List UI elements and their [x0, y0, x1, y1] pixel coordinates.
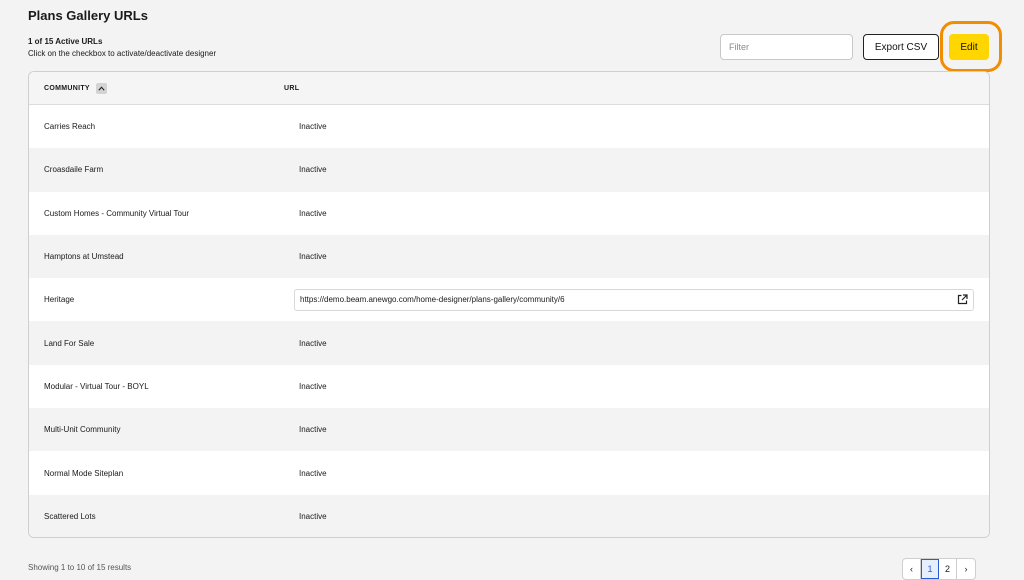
- table-header: COMMUNITY URL: [29, 72, 989, 105]
- community-name: Carries Reach: [44, 122, 96, 132]
- community-name: Multi-Unit Community: [44, 425, 121, 435]
- activation-hint: Click on the checkbox to activate/deacti…: [28, 49, 217, 58]
- table-row: Heritage https://demo.beam.anewgo.com/hom…: [29, 278, 989, 322]
- community-name: Hamptons at Umstead: [44, 252, 124, 262]
- edit-button[interactable]: Edit: [949, 34, 989, 60]
- table-row: Carries Reach Inactive: [29, 105, 989, 149]
- next-page-button[interactable]: ›: [957, 559, 975, 579]
- results-count: Showing 1 to 10 of 15 results: [28, 563, 132, 572]
- pagination: ‹ 1 2 ›: [902, 558, 976, 580]
- filter-input[interactable]: [720, 34, 853, 60]
- table-row: Scattered Lots Inactive: [29, 494, 989, 537]
- community-url-text: https://demo.beam.anewgo.com/home-design…: [300, 295, 565, 305]
- active-url-summary: 1 of 15 Active URLs: [28, 37, 103, 46]
- community-name: Custom Homes - Community Virtual Tour: [44, 208, 190, 218]
- community-name: Heritage: [44, 295, 75, 305]
- table-row: Modular - Virtual Tour - BOYL Inactive: [29, 364, 989, 409]
- previous-page-button[interactable]: ‹: [903, 559, 921, 579]
- table-row: Multi-Unit Community Inactive: [29, 408, 989, 452]
- table-row: Normal Mode Siteplan Inactive: [29, 451, 989, 495]
- urls-table: COMMUNITY URL Carries Reach Inactive Croas…: [28, 71, 990, 538]
- table-row: Croasdaile Farm Inactive: [29, 148, 989, 192]
- page-title: Plans Gallery URLs: [28, 8, 148, 23]
- url-status: Inactive: [299, 425, 327, 435]
- url-status: Inactive: [299, 468, 327, 478]
- table-row: Land For Sale Inactive: [29, 321, 989, 365]
- url-cell: https://demo.beam.anewgo.com/home-design…: [284, 288, 989, 311]
- sort-ascending-button[interactable]: [95, 82, 107, 94]
- url-status: Inactive: [299, 252, 327, 262]
- chevron-up-icon: [98, 85, 105, 91]
- url-status: Inactive: [299, 165, 327, 175]
- table-row: Hamptons at Umstead Inactive: [29, 234, 989, 279]
- table-body: Carries Reach Inactive Croasdaile Farm Inac…: [29, 105, 989, 537]
- url-column-header: URL: [284, 84, 300, 92]
- url-status: Inactive: [299, 381, 327, 391]
- community-name: Scattered Lots: [44, 511, 96, 521]
- url-status: Inactive: [299, 208, 327, 218]
- external-link-icon[interactable]: [956, 294, 968, 306]
- export-csv-button[interactable]: Export CSV: [863, 34, 939, 60]
- page-2-button[interactable]: 2: [939, 559, 957, 579]
- community-name: Croasdaile Farm: [44, 165, 104, 175]
- community-url-field[interactable]: https://demo.beam.anewgo.com/home-design…: [294, 288, 974, 311]
- url-status: Inactive: [299, 122, 327, 132]
- community-name: Modular - Virtual Tour - BOYL: [44, 381, 149, 391]
- table-row: Custom Homes - Community Virtual Tour Ina…: [29, 191, 989, 235]
- community-column-header: COMMUNITY: [29, 82, 269, 94]
- url-status: Inactive: [299, 511, 327, 521]
- community-name: Normal Mode Siteplan: [44, 468, 124, 478]
- community-header-label: COMMUNITY: [44, 84, 90, 92]
- community-name: Land For Sale: [44, 338, 95, 348]
- page-1-button[interactable]: 1: [921, 559, 939, 579]
- url-status: Inactive: [299, 338, 327, 348]
